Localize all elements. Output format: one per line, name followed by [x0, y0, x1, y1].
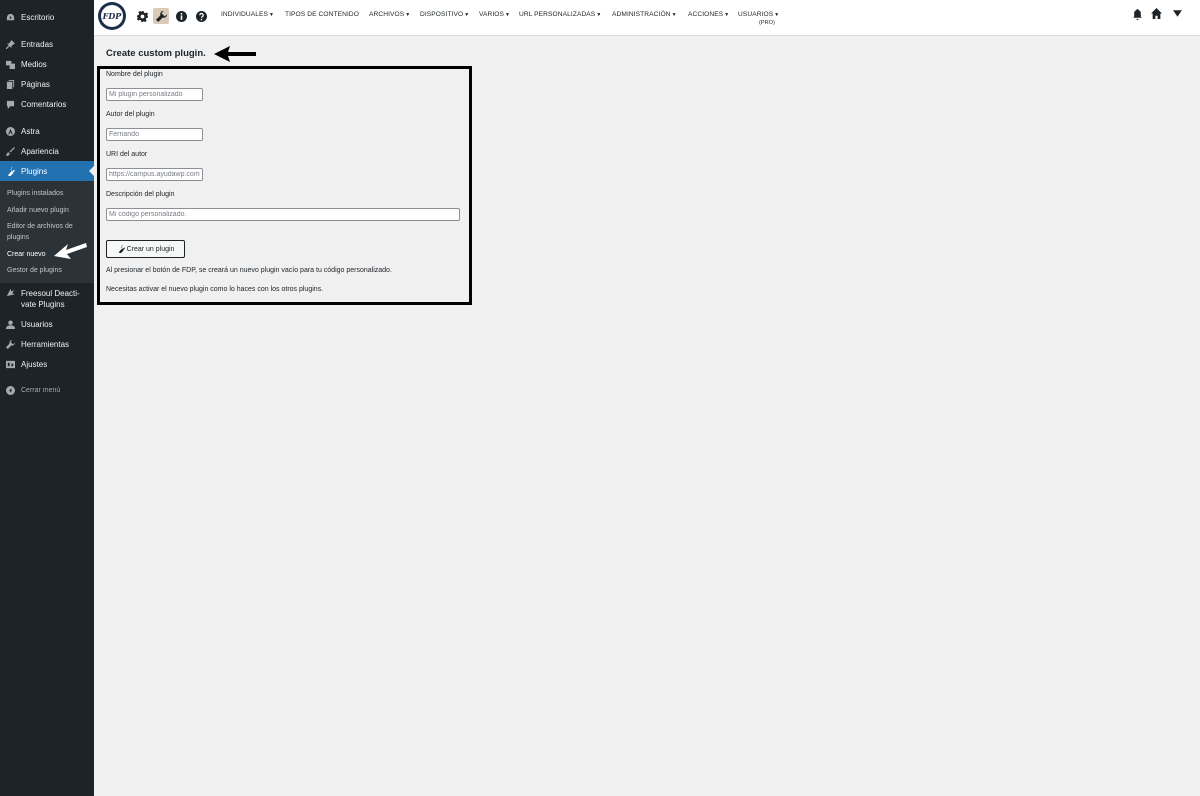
sidebar-item-freesoul[interactable]: Freesoul Deacti-vate Plugins	[0, 285, 94, 311]
pages-icon	[0, 79, 21, 89]
create-plugin-button[interactable]: Crear un plugin	[106, 240, 185, 258]
chevron-down-icon[interactable]	[1170, 6, 1184, 20]
plugin-icon	[118, 245, 125, 253]
nav-individuales[interactable]: INDIVIDUALES▼	[221, 11, 274, 18]
sidebar-item-label: Ajustes	[21, 359, 48, 369]
sidebar-item-label: Entradas	[21, 39, 54, 49]
sidebar-item-label: Astra	[21, 126, 40, 136]
pin-icon	[0, 39, 21, 49]
sidebar-item-medios[interactable]: Medios	[0, 54, 94, 74]
plugin-toolbar: FDP INDIVIDUALES▼ TIPOS DE CONTENIDO ARC…	[94, 0, 1200, 36]
plugin-author-input[interactable]	[106, 128, 203, 141]
sidebar-item-comentarios[interactable]: Comentarios	[0, 94, 94, 114]
plugin-name-label: Nombre del plugin	[106, 71, 163, 78]
sidebar-item-apariencia[interactable]: Apariencia	[0, 141, 94, 161]
sidebar-item-ajustes[interactable]: Ajustes	[0, 354, 94, 374]
plugin-description-label: Descripción del plugin	[106, 191, 175, 198]
author-uri-input[interactable]	[106, 168, 203, 181]
submenu-item-plugins-instalados[interactable]: Plugins instalados	[7, 188, 91, 199]
nav-varios[interactable]: VARIOS▼	[479, 11, 510, 18]
sidebar-item-label: Medios	[21, 59, 47, 69]
info-note-create: Al presionar el botón de FDP, se creará …	[106, 267, 392, 274]
collapse-label: Cerrar menú	[21, 386, 61, 394]
nav-usuarios[interactable]: USUARIOS▼	[738, 11, 779, 18]
annotation-arrow-crear-nuevo	[54, 243, 87, 259]
brush-icon	[0, 146, 21, 156]
author-uri-label: URI del autor	[106, 151, 148, 158]
plugin-author-label: Autor del plugin	[106, 111, 155, 118]
submenu-item-gestor-plugins[interactable]: Gestor de plugins	[7, 265, 91, 276]
sidebar-item-label: Freesoul Deacti-vate Plugins	[21, 289, 80, 309]
page-title: Create custom plugin.	[106, 48, 206, 59]
comment-icon	[0, 100, 21, 109]
nav-usuarios-pro-label: (PRO)	[759, 20, 775, 26]
admin-sidebar: Escritorio Entradas Medios Páginas Comen…	[0, 0, 94, 796]
info-icon[interactable]	[174, 9, 188, 23]
sidebar-item-label: Herramientas	[21, 339, 70, 349]
plugins-submenu: Plugins instalados Añadir nuevo plugin E…	[0, 181, 94, 283]
info-note-activate: Necesitas activar el nuevo plugin como l…	[106, 286, 324, 293]
annotation-arrow-title	[214, 46, 256, 62]
create-plugin-button-label: Crear un plugin	[126, 245, 175, 253]
astra-icon	[0, 126, 21, 136]
submenu-item-anadir-nuevo[interactable]: Añadir nuevo plugin	[7, 205, 91, 216]
dashboard-icon	[0, 13, 21, 22]
wrench-icon	[0, 339, 21, 349]
wrench-tool-icon[interactable]	[153, 8, 169, 24]
collapse-icon	[0, 385, 21, 395]
nav-dispositivo[interactable]: DISPOSITIVO▼	[420, 11, 469, 18]
sidebar-item-label: Páginas	[21, 79, 50, 89]
nav-url-personalizadas[interactable]: URL PERSONALIZADAS▼	[519, 11, 601, 18]
user-icon	[0, 319, 21, 329]
settings-icon	[0, 360, 21, 369]
collapse-menu-button[interactable]: Cerrar menú	[0, 380, 94, 400]
sidebar-item-label: Plugins	[21, 166, 48, 176]
nav-tipos-contenido[interactable]: TIPOS DE CONTENIDO	[285, 11, 359, 18]
nav-acciones[interactable]: ACCIONES▼	[688, 11, 729, 18]
sidebar-item-entradas[interactable]: Entradas	[0, 34, 94, 54]
sidebar-item-herramientas[interactable]: Herramientas	[0, 334, 94, 354]
plugin-name-input[interactable]	[106, 88, 203, 101]
nav-archivos[interactable]: ARCHIVOS▼	[369, 11, 410, 18]
nav-administracion[interactable]: ADMINISTRACIÓN▼	[612, 11, 677, 18]
fdp-logo[interactable]: FDP	[98, 2, 126, 30]
bell-icon[interactable]	[1130, 7, 1144, 21]
plugin-description-input[interactable]	[106, 208, 460, 221]
sidebar-item-astra[interactable]: Astra	[0, 121, 94, 141]
plugin-icon	[0, 166, 21, 176]
sidebar-item-label: Escritorio	[21, 12, 55, 22]
sidebar-item-label: Comentarios	[21, 99, 67, 109]
freesoul-icon	[0, 288, 21, 297]
media-icon	[0, 60, 21, 69]
sidebar-item-usuarios[interactable]: Usuarios	[0, 314, 94, 334]
sidebar-item-paginas[interactable]: Páginas	[0, 74, 94, 94]
gear-icon[interactable]	[135, 9, 149, 23]
sidebar-item-label: Apariencia	[21, 146, 59, 156]
sidebar-item-plugins[interactable]: Plugins	[0, 161, 94, 181]
home-icon[interactable]	[1149, 6, 1163, 20]
help-icon[interactable]	[194, 9, 208, 23]
sidebar-item-label: Usuarios	[21, 319, 53, 329]
sidebar-item-escritorio[interactable]: Escritorio	[0, 7, 94, 27]
fdp-logo-text: FDP	[101, 5, 123, 27]
